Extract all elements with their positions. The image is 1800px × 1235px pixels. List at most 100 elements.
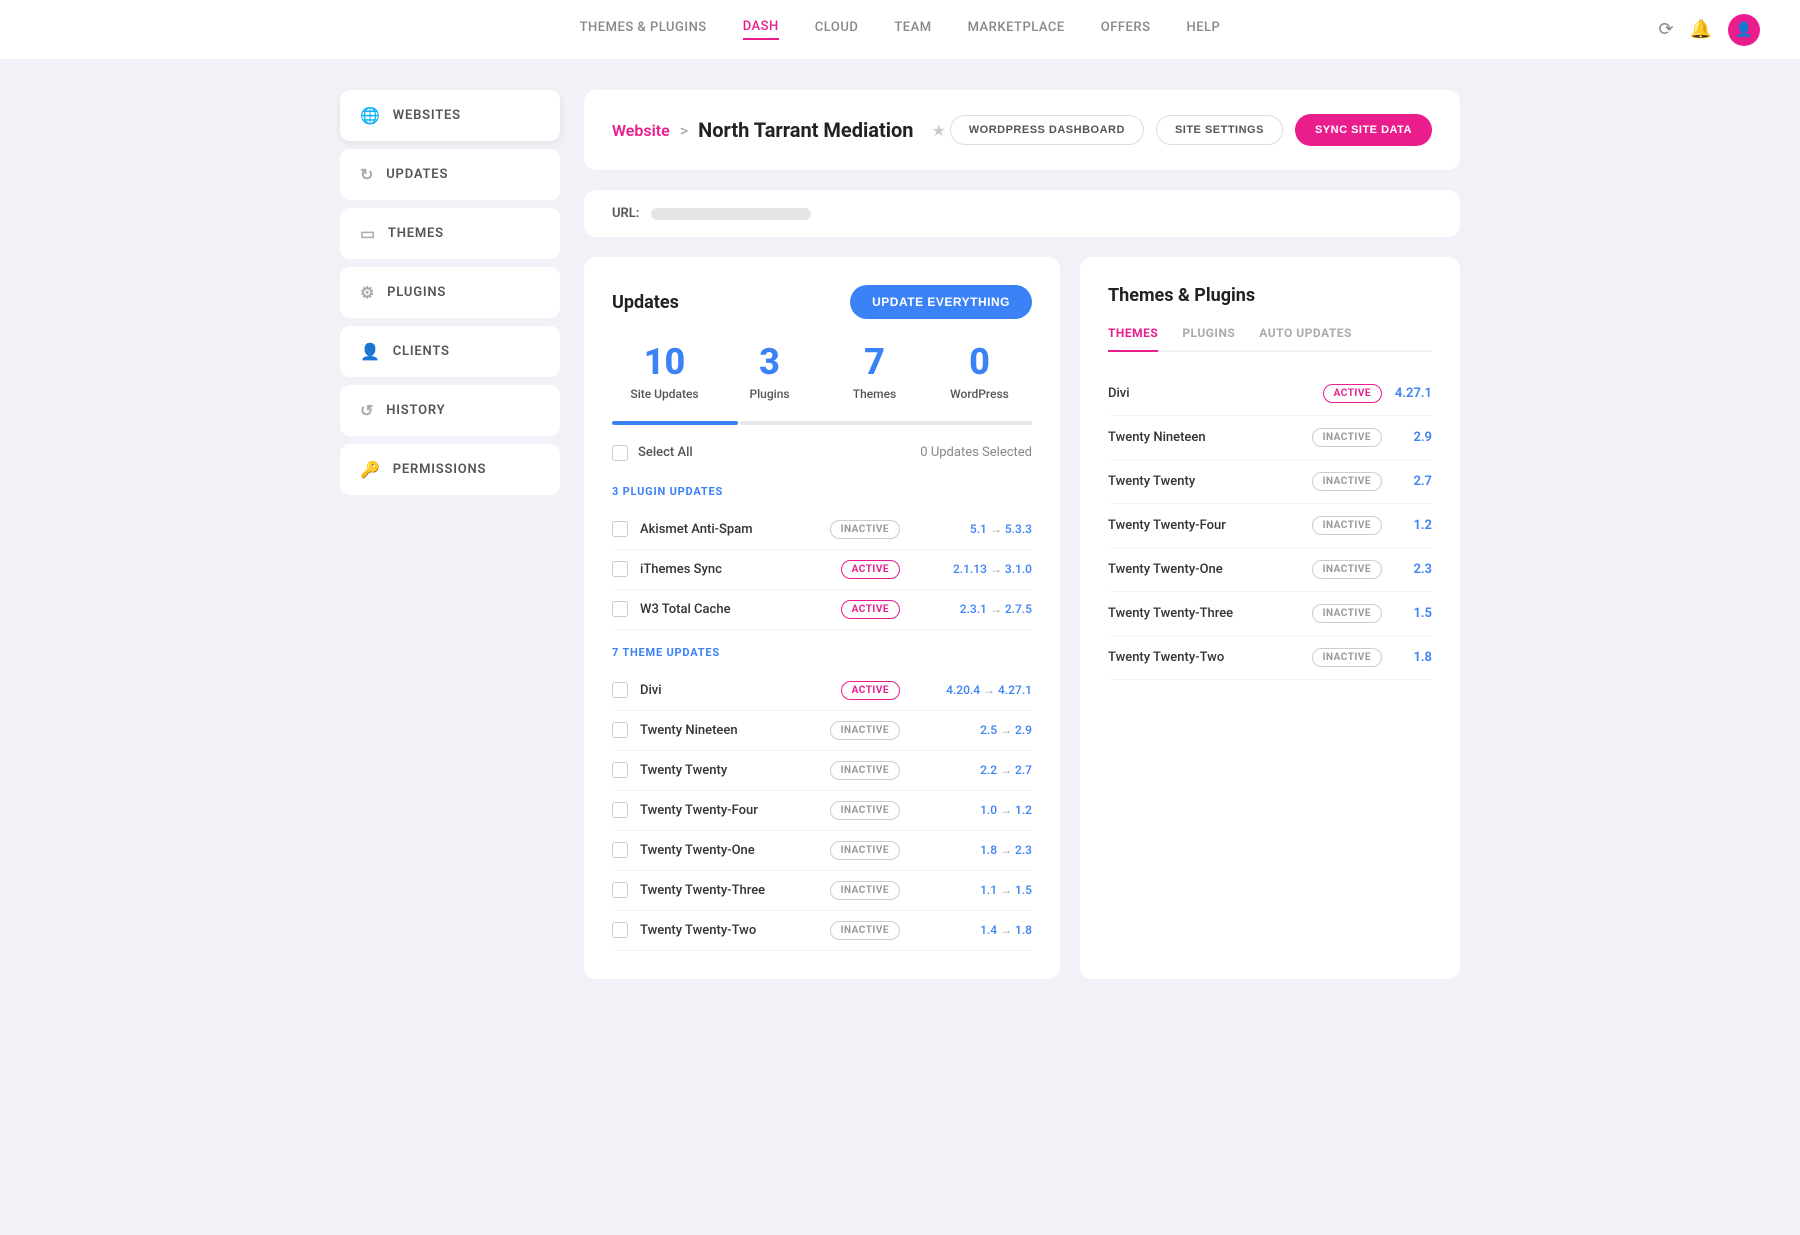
main-layout: 🌐 WEBSITES ↻ UPDATES ▭ THEMES ⚙ PLUGINS … [300, 60, 1500, 1009]
t22-status: INACTIVE [830, 921, 900, 940]
divi-checkbox[interactable] [612, 682, 628, 698]
t23-checkbox[interactable] [612, 882, 628, 898]
tp-t23-row: Twenty Twenty-Three INACTIVE 1.5 [1108, 592, 1432, 636]
site-actions: WORDPRESS DASHBOARD SITE SETTINGS SYNC S… [950, 114, 1432, 146]
stat-plugins: 3 Plugins [717, 343, 822, 401]
t19-name: Twenty Nineteen [640, 723, 818, 738]
nav-themes-plugins[interactable]: THEMES & PLUGINS [580, 20, 707, 39]
akismet-checkbox[interactable] [612, 521, 628, 537]
t21-checkbox[interactable] [612, 842, 628, 858]
theme-update-t21: Twenty Twenty-One INACTIVE 1.8 → 2.3 [612, 831, 1032, 871]
avatar[interactable]: 👤 [1728, 14, 1760, 46]
tp-divi-status: ACTIVE [1323, 384, 1382, 403]
favorite-icon[interactable]: ★ [932, 121, 946, 140]
sync-site-data-button[interactable]: SYNC SITE DATA [1295, 114, 1432, 146]
stat-themes: 7 Themes [822, 343, 927, 401]
url-label: URL: [612, 206, 639, 221]
tab-themes[interactable]: THEMES [1108, 326, 1158, 352]
t23-name: Twenty Twenty-Three [640, 883, 818, 898]
tp-t22-version: 1.8 [1392, 650, 1432, 665]
sidebar: 🌐 WEBSITES ↻ UPDATES ▭ THEMES ⚙ PLUGINS … [340, 90, 560, 979]
nav-help[interactable]: HELP [1186, 20, 1220, 39]
stat-num-themes: 7 [822, 343, 927, 383]
w3cache-checkbox[interactable] [612, 601, 628, 617]
w3cache-version: 2.3.1 → 2.7.5 [912, 602, 1032, 616]
tp-t19-name: Twenty Nineteen [1108, 430, 1302, 445]
nav-team[interactable]: TEAM [894, 20, 931, 39]
permissions-icon: 🔑 [360, 460, 381, 479]
theme-update-t19: Twenty Nineteen INACTIVE 2.5 → 2.9 [612, 711, 1032, 751]
tp-t20-row: Twenty Twenty INACTIVE 2.7 [1108, 460, 1432, 504]
breadcrumb: Website > North Tarrant Mediation ★ [612, 118, 946, 142]
sidebar-item-themes[interactable]: ▭ THEMES [340, 208, 560, 259]
site-header-card: Website > North Tarrant Mediation ★ WORD… [584, 90, 1460, 170]
stat-label-wp: WordPress [927, 387, 1032, 401]
t24-status: INACTIVE [830, 801, 900, 820]
themes-plugins-title: Themes & Plugins [1108, 285, 1432, 306]
nav-marketplace[interactable]: MARKETPLACE [968, 20, 1065, 39]
sidebar-label-themes: THEMES [388, 226, 444, 241]
sidebar-item-permissions[interactable]: 🔑 PERMISSIONS [340, 444, 560, 495]
ithemes-version: 2.1.13 → 3.1.0 [912, 562, 1032, 576]
sidebar-item-updates[interactable]: ↻ UPDATES [340, 149, 560, 200]
tp-t24-row: Twenty Twenty-Four INACTIVE 1.2 [1108, 504, 1432, 548]
history-icon: ↺ [360, 401, 374, 420]
theme-update-t24: Twenty Twenty-Four INACTIVE 1.0 → 1.2 [612, 791, 1032, 831]
sidebar-label-history: HISTORY [386, 403, 445, 418]
tp-t22-name: Twenty Twenty-Two [1108, 650, 1302, 665]
t24-checkbox[interactable] [612, 802, 628, 818]
nav-icons: ⟳ 🔔 👤 [1658, 14, 1760, 46]
t20-status: INACTIVE [830, 761, 900, 780]
tab-auto-updates[interactable]: AUTO UPDATES [1259, 326, 1352, 350]
w3cache-status: ACTIVE [841, 600, 900, 619]
select-all-checkbox[interactable] [612, 445, 628, 461]
update-everything-button[interactable]: UPDATE EVERYTHING [850, 285, 1032, 319]
t19-checkbox[interactable] [612, 722, 628, 738]
site-settings-button[interactable]: SITE SETTINGS [1156, 115, 1283, 145]
plugin-update-ithemes: iThemes Sync ACTIVE 2.1.13 → 3.1.0 [612, 550, 1032, 590]
sidebar-item-websites[interactable]: 🌐 WEBSITES [340, 90, 560, 141]
stat-wordpress: 0 WordPress [927, 343, 1032, 401]
tp-t22-row: Twenty Twenty-Two INACTIVE 1.8 [1108, 636, 1432, 680]
stat-site-updates: 10 Site Updates [612, 343, 717, 401]
nav-offers[interactable]: OFFERS [1101, 20, 1151, 39]
theme-update-divi: Divi ACTIVE 4.20.4 → 4.27.1 [612, 671, 1032, 711]
t20-checkbox[interactable] [612, 762, 628, 778]
t21-version: 1.8 → 2.3 [912, 843, 1032, 857]
progress-bar-filled [612, 421, 738, 425]
content-area: Website > North Tarrant Mediation ★ WORD… [584, 90, 1460, 979]
divi-status: ACTIVE [841, 681, 900, 700]
t21-name: Twenty Twenty-One [640, 843, 818, 858]
progress-bar-empty [740, 421, 1032, 425]
sidebar-item-plugins[interactable]: ⚙ PLUGINS [340, 267, 560, 318]
nav-dash[interactable]: DASH [743, 19, 779, 40]
breadcrumb-website[interactable]: Website [612, 121, 670, 140]
nav-cloud[interactable]: CLOUD [815, 20, 859, 39]
sidebar-item-clients[interactable]: 👤 CLIENTS [340, 326, 560, 377]
tab-plugins[interactable]: PLUGINS [1182, 326, 1235, 350]
tp-t23-name: Twenty Twenty-Three [1108, 606, 1302, 621]
t19-version: 2.5 → 2.9 [912, 723, 1032, 737]
t20-version: 2.2 → 2.7 [912, 763, 1032, 777]
progress-bars [612, 421, 1032, 425]
t24-name: Twenty Twenty-Four [640, 803, 818, 818]
tp-t20-status: INACTIVE [1312, 472, 1382, 491]
t22-checkbox[interactable] [612, 922, 628, 938]
refresh-button[interactable]: ⟳ [1658, 19, 1673, 40]
w3cache-name: W3 Total Cache [640, 602, 829, 617]
sidebar-item-history[interactable]: ↺ HISTORY [340, 385, 560, 436]
theme-update-t23: Twenty Twenty-Three INACTIVE 1.1 → 1.5 [612, 871, 1032, 911]
clients-icon: 👤 [360, 342, 381, 361]
tp-t21-row: Twenty Twenty-One INACTIVE 2.3 [1108, 548, 1432, 592]
ithemes-checkbox[interactable] [612, 561, 628, 577]
t21-status: INACTIVE [830, 841, 900, 860]
akismet-status: INACTIVE [830, 520, 900, 539]
t23-status: INACTIVE [830, 881, 900, 900]
updates-title: Updates [612, 292, 679, 313]
updates-selected-count: 0 Updates Selected [920, 445, 1032, 460]
tp-t19-status: INACTIVE [1312, 428, 1382, 447]
notifications-button[interactable]: 🔔 [1690, 19, 1712, 40]
tp-t24-name: Twenty Twenty-Four [1108, 518, 1302, 533]
tp-t24-status: INACTIVE [1312, 516, 1382, 535]
wordpress-dashboard-button[interactable]: WORDPRESS DASHBOARD [950, 115, 1144, 145]
